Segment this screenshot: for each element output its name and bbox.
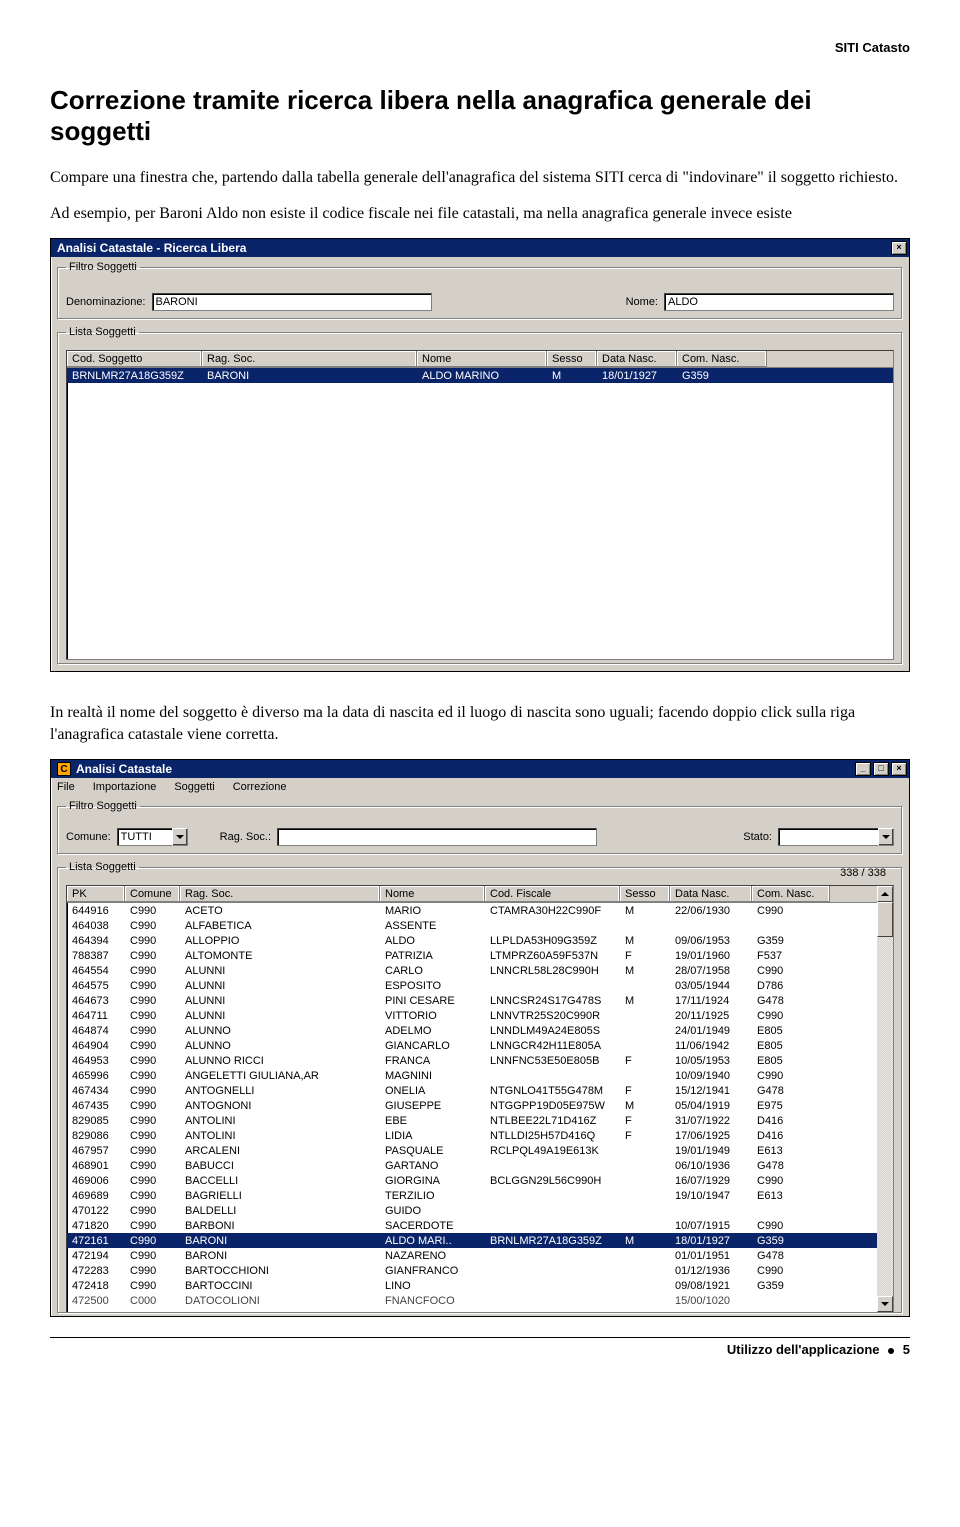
list-header[interactable]: Cod. Soggetto Rag. Soc. Nome Sesso Data …: [67, 351, 893, 368]
table-row[interactable]: 470122C990BALDELLIGUIDO: [67, 1203, 893, 1218]
table-row[interactable]: 468901C990BABUCCIGARTANO06/10/1936G478: [67, 1158, 893, 1173]
col-rag-soc[interactable]: Rag. Soc.: [180, 886, 380, 902]
table-row[interactable]: 472283C990BARTOCCHIONIGIANFRANCO01/12/19…: [67, 1263, 893, 1278]
col-comune[interactable]: Comune: [125, 886, 180, 902]
input-nome[interactable]: [664, 293, 894, 311]
table-row[interactable]: 644916C990ACETOMARIOCTAMRA30H22C990FM22/…: [67, 903, 893, 918]
label-denominazione: Denominazione:: [66, 296, 146, 308]
table-row[interactable]: 465996C990ANGELETTI GIULIANA,ARMAGNINI10…: [67, 1068, 893, 1083]
table-row[interactable]: 464874C990ALUNNOADELMOLNNDLM49A24E805S24…: [67, 1023, 893, 1038]
scrollbar-track[interactable]: [877, 902, 893, 1296]
section-heading: Correzione tramite ricerca libera nella …: [50, 85, 910, 147]
table-row[interactable]: 464575C990ALUNNIESPOSITO03/05/1944D786: [67, 978, 893, 993]
menu-item[interactable]: Correzione: [231, 780, 289, 794]
paragraph-2: Ad esempio, per Baroni Aldo non esiste i…: [50, 203, 910, 225]
input-denominazione[interactable]: [152, 293, 432, 311]
input-ragsoc[interactable]: [277, 828, 597, 846]
record-counter: 338 / 338: [840, 867, 886, 879]
paragraph-1: Compare una finestra che, partendo dalla…: [50, 167, 910, 189]
table-row[interactable]: 464711C990ALUNNIVITTORIOLNNVTR25S20C990R…: [67, 1008, 893, 1023]
table-row[interactable]: 464673C990ALUNNIPINI CESARELNNCSR24S17G4…: [67, 993, 893, 1008]
close-icon[interactable]: ×: [891, 762, 907, 776]
table-row[interactable]: 472418C990BARTOCCINILINO09/08/1921G359: [67, 1278, 893, 1293]
table-row[interactable]: 472500C000DATOCOLIONIFNANCFOCO15/00/1020: [67, 1293, 893, 1308]
document-header: SITI Catasto: [50, 40, 910, 55]
label-stato: Stato:: [743, 831, 772, 843]
menubar[interactable]: File Importazione Soggetti Correzione: [51, 778, 909, 796]
table-row[interactable]: 829086C990ANTOLINILIDIANTLLDI25H57D416QF…: [67, 1128, 893, 1143]
col-cod-fiscale[interactable]: Cod. Fiscale: [485, 886, 620, 902]
col-nome[interactable]: Nome: [417, 351, 547, 367]
maximize-icon[interactable]: □: [873, 762, 889, 776]
label-nome: Nome:: [626, 296, 658, 308]
table-row[interactable]: 471820C990BARBONISACERDOTE10/07/1915C990: [67, 1218, 893, 1233]
col-sesso[interactable]: Sesso: [547, 351, 597, 367]
window-title: Analisi Catastale: [76, 762, 853, 776]
scrollbar-vertical[interactable]: [877, 886, 893, 1312]
groupbox-legend: Filtro Soggetti: [66, 800, 140, 812]
groupbox-filtro: Filtro Soggetti Denominazione: Nome:: [57, 261, 903, 320]
col-rag-soc[interactable]: Rag. Soc.: [202, 351, 417, 367]
chevron-down-icon[interactable]: [172, 828, 188, 846]
table-row[interactable]: 472161C990BARONIALDO MARI..BRNLMR27A18G3…: [67, 1233, 893, 1248]
col-data-nasc[interactable]: Data Nasc.: [597, 351, 677, 367]
table-row[interactable]: 464904C990ALUNNOGIANCARLOLNNGCR42H11E805…: [67, 1038, 893, 1053]
col-sesso[interactable]: Sesso: [620, 886, 670, 902]
menu-item[interactable]: Soggetti: [172, 780, 216, 794]
page-footer: Utilizzo dell'applicazione 5: [50, 1337, 910, 1357]
table-row[interactable]: 469006C990BACCELLIGIORGINABCLGGN29L56C99…: [67, 1173, 893, 1188]
window-ricerca-libera: Analisi Catastale - Ricerca Libera × Fil…: [50, 238, 910, 672]
footer-bullet-icon: [888, 1348, 894, 1354]
footer-section: Utilizzo dell'applicazione: [727, 1342, 880, 1357]
table-row[interactable]: BRNLMR27A18G359ZBARONIALDO MARINOM18/01/…: [67, 368, 893, 383]
chevron-down-icon[interactable]: [878, 828, 894, 846]
table-row[interactable]: 464554C990ALUNNICARLOLNNCRL58L28C990HM28…: [67, 963, 893, 978]
label-comune: Comune:: [66, 831, 111, 843]
table-row[interactable]: 467435C990ANTOGNONIGIUSEPPENTGGPP19D05E9…: [67, 1098, 893, 1113]
titlebar[interactable]: C Analisi Catastale _ □ ×: [51, 760, 909, 778]
table-row[interactable]: 788387C990ALTOMONTEPATRIZIALTMPRZ60A59F5…: [67, 948, 893, 963]
col-pk[interactable]: PK: [67, 886, 125, 902]
scrollbar-thumb[interactable]: [877, 902, 893, 937]
titlebar[interactable]: Analisi Catastale - Ricerca Libera ×: [51, 239, 909, 257]
table-row[interactable]: 472194C990BARONINAZARENO01/01/1951G478: [67, 1248, 893, 1263]
table-row[interactable]: 467434C990ANTOGNELLIONELIANTGNLO41T55G47…: [67, 1083, 893, 1098]
col-com-nasc[interactable]: Com. Nasc.: [677, 351, 767, 367]
input-stato[interactable]: [778, 828, 878, 846]
groupbox-legend: Filtro Soggetti: [66, 261, 140, 273]
listview[interactable]: Cod. Soggetto Rag. Soc. Nome Sesso Data …: [66, 350, 894, 660]
table-row[interactable]: 467957C990ARCALENIPASQUALERCLPQL49A19E61…: [67, 1143, 893, 1158]
close-icon[interactable]: ×: [891, 241, 907, 255]
groupbox-lista: Lista Soggetti Cod. Soggetto Rag. Soc. N…: [57, 326, 903, 665]
groupbox-legend: Lista Soggetti: [66, 326, 139, 338]
window-title: Analisi Catastale - Ricerca Libera: [57, 241, 889, 255]
table-row[interactable]: 829085C990ANTOLINIEBENTLBEE22L71D416ZF31…: [67, 1113, 893, 1128]
table-row[interactable]: 464394C990ALLOPPIOALDOLLPLDA53H09G359ZM0…: [67, 933, 893, 948]
col-nome[interactable]: Nome: [380, 886, 485, 902]
groupbox-lista: Lista Soggetti 338 / 338 PK Comune Rag. …: [57, 861, 903, 1314]
scroll-up-icon[interactable]: [877, 886, 893, 902]
table-row[interactable]: 464953C990ALUNNO RICCIFRANCALNNFNC53E50E…: [67, 1053, 893, 1068]
groupbox-legend: Lista Soggetti: [66, 861, 139, 873]
paragraph-3: In realtà il nome del soggetto è diverso…: [50, 702, 910, 745]
menu-item[interactable]: Importazione: [91, 780, 159, 794]
minimize-icon[interactable]: _: [855, 762, 871, 776]
table-row[interactable]: 469689C990BAGRIELLITERZILIO19/10/1947E61…: [67, 1188, 893, 1203]
table-row[interactable]: 464038C990ALFABETICAASSENTE: [67, 918, 893, 933]
col-data-nasc[interactable]: Data Nasc.: [670, 886, 752, 902]
app-icon: C: [57, 762, 71, 776]
footer-page: 5: [903, 1342, 910, 1357]
combo-stato[interactable]: [778, 828, 894, 846]
scroll-down-icon[interactable]: [877, 1296, 893, 1312]
col-cod-soggetto[interactable]: Cod. Soggetto: [67, 351, 202, 367]
window-analisi-catastale: C Analisi Catastale _ □ × File Importazio…: [50, 759, 910, 1317]
list-header[interactable]: PK Comune Rag. Soc. Nome Cod. Fiscale Se…: [67, 886, 893, 903]
input-comune[interactable]: [117, 828, 172, 846]
menu-item[interactable]: File: [55, 780, 77, 794]
listview[interactable]: PK Comune Rag. Soc. Nome Cod. Fiscale Se…: [66, 885, 894, 1313]
col-com-nasc[interactable]: Com. Nasc.: [752, 886, 830, 902]
groupbox-filtro: Filtro Soggetti Comune: Rag. Soc.: Stato…: [57, 800, 903, 855]
combo-comune[interactable]: [117, 828, 188, 846]
label-ragsoc: Rag. Soc.:: [220, 831, 271, 843]
